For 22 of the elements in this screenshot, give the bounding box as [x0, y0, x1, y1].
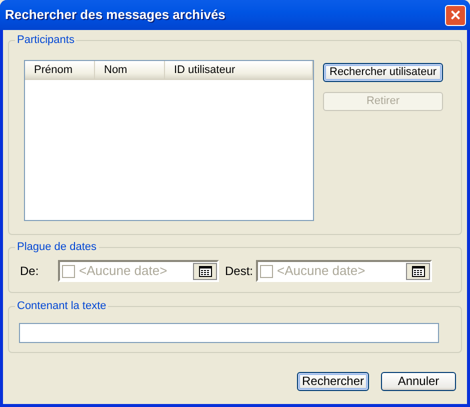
calendar-button[interactable]	[193, 262, 217, 280]
calendar-icon	[412, 266, 424, 276]
checkbox[interactable]	[260, 264, 273, 278]
column-header[interactable]: Prénom	[25, 61, 95, 79]
calendar-button[interactable]	[406, 262, 430, 280]
field-label: Dest:	[225, 263, 254, 280]
placeholder-text: <Aucune date>	[79, 262, 168, 280]
calendar-icon	[198, 266, 212, 276]
search-user-button[interactable]: Rechercher utilisateur	[323, 63, 443, 82]
participants-list[interactable]: Prénom Nom ID utilisateur	[24, 60, 314, 221]
placeholder-text: <Aucune date>	[277, 262, 366, 280]
close-button[interactable]: ×	[445, 4, 466, 26]
column-header[interactable]: ID utilisateur	[165, 61, 313, 79]
group-label: Participants	[15, 33, 76, 47]
field-label: De:	[20, 263, 40, 280]
search-button[interactable]: Rechercher	[297, 372, 369, 391]
column-header[interactable]: Nom	[95, 61, 165, 79]
window-title: Rechercher des messages archivés	[5, 6, 226, 24]
group-label: Plague de dates	[15, 240, 99, 254]
text-field[interactable]	[19, 323, 439, 343]
checkbox[interactable]	[62, 264, 75, 278]
cancel-button[interactable]: Annuler	[381, 372, 456, 391]
